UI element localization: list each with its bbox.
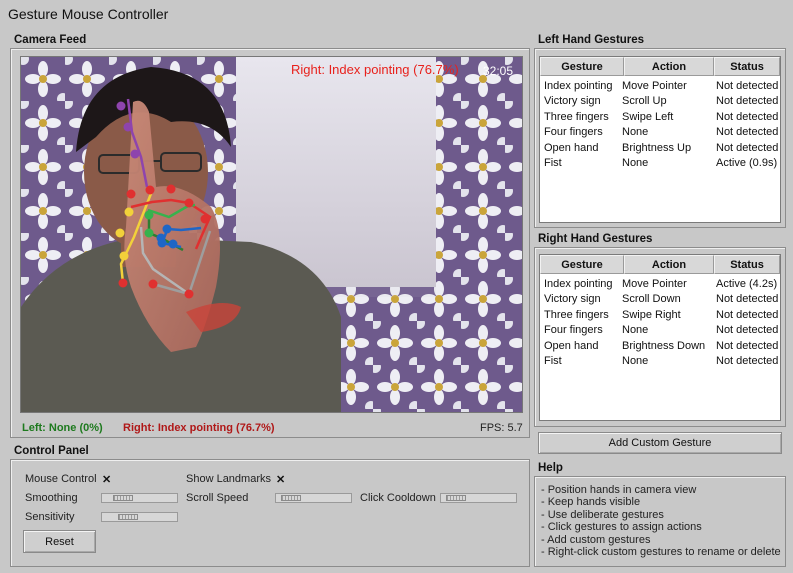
right-hand-table-header: Gesture Action Status (540, 255, 780, 274)
camera-image (21, 57, 522, 412)
action-cell[interactable]: Scroll Down (618, 293, 712, 305)
camera-feed: Right: Index pointing (76.7%) 32:05 (20, 56, 523, 413)
col-gesture[interactable]: Gesture (540, 255, 624, 274)
gesture-cell: Four fingers (544, 126, 603, 139)
click-cooldown-slider-thumb[interactable] (446, 495, 466, 501)
help-line: - Use deliberate gestures (541, 508, 664, 521)
status-cell: Active (0.9s) (716, 157, 778, 170)
action-cell[interactable]: Move Pointer (618, 80, 712, 92)
gesture-cell: Index pointing (544, 79, 613, 92)
table-row[interactable]: Four fingers None Not detected (540, 323, 780, 339)
help-line: - Add custom gestures (541, 533, 651, 546)
smoothing-slider[interactable] (101, 493, 178, 503)
show-landmarks-label: Show Landmarks (186, 473, 271, 485)
click-cooldown-label: Click Cooldown (360, 492, 436, 504)
help-line: - Click gestures to assign actions (541, 521, 702, 534)
right-hand-status: Right: Index pointing (76.7%) (123, 422, 275, 434)
table-row[interactable]: Three fingers Swipe Right Not detected (540, 307, 780, 323)
table-row[interactable]: Open hand Brightness Up Not detected (540, 140, 780, 156)
status-cell: Not detected (716, 95, 779, 108)
col-status[interactable]: Status (714, 57, 780, 76)
table-row[interactable]: Index pointing Move Pointer Active (4.2s) (540, 276, 780, 292)
click-cooldown-slider[interactable] (440, 493, 517, 503)
smoothing-label: Smoothing (25, 492, 78, 504)
table-row[interactable]: Fist None Active (0.9s) (540, 156, 780, 172)
camera-feed-title: Camera Feed (14, 34, 87, 46)
action-cell[interactable]: Brightness Up (618, 142, 712, 154)
gesture-cell: Three fingers (544, 110, 609, 123)
action-cell[interactable]: Swipe Right (618, 309, 712, 321)
window-title: Gesture Mouse Controller (8, 6, 169, 22)
status-cell: Not detected (716, 110, 779, 123)
left-hand-title: Left Hand Gestures (538, 34, 645, 46)
left-hand-table-body: Index pointing Move Pointer Not detected Vi… (540, 76, 780, 171)
action-cell[interactable]: Move Pointer (618, 278, 712, 290)
col-gesture[interactable]: Gesture (540, 57, 624, 76)
help-list: - Position hands in camera view - Keep ha… (541, 484, 783, 558)
gesture-cell: Fist (544, 157, 562, 170)
sensitivity-slider[interactable] (101, 512, 178, 522)
table-row[interactable]: Four fingers None Not detected (540, 125, 780, 141)
gesture-cell: Index pointing (544, 277, 613, 290)
mouse-control-label: Mouse Control (25, 473, 97, 485)
right-hand-table: Gesture Action Status Index pointing Move… (539, 254, 781, 421)
action-cell[interactable]: None (618, 355, 712, 367)
table-row[interactable]: Three fingers Swipe Left Not detected (540, 109, 780, 125)
add-custom-gesture-button[interactable]: Add Custom Gesture (538, 432, 782, 454)
status-cell: Active (4.2s) (716, 277, 778, 290)
table-row[interactable]: Victory sign Scroll Down Not detected (540, 292, 780, 308)
status-cell: Not detected (716, 308, 779, 321)
smoothing-slider-thumb[interactable] (113, 495, 133, 501)
help-line: - Keep hands visible (541, 496, 641, 509)
table-row[interactable]: Open hand Brightness Down Not detected (540, 338, 780, 354)
help-line: - Position hands in camera view (541, 484, 697, 496)
action-cell[interactable]: None (618, 126, 712, 138)
camera-overlay-time: 32:05 (483, 64, 514, 78)
mouse-control-checkbox[interactable]: ✕ (102, 473, 111, 486)
scroll-speed-label: Scroll Speed (186, 492, 249, 504)
camera-overlay-label: Right: Index pointing (76.7%) (291, 62, 459, 77)
action-cell[interactable]: Scroll Up (618, 95, 712, 107)
status-cell: Not detected (716, 79, 779, 92)
help-title: Help (538, 462, 563, 474)
gesture-cell: Victory sign (544, 293, 601, 306)
gesture-cell: Victory sign (544, 95, 601, 108)
reset-button[interactable]: Reset (23, 530, 96, 553)
table-row[interactable]: Index pointing Move Pointer Not detected (540, 78, 780, 94)
gesture-cell: Three fingers (544, 308, 609, 321)
action-cell[interactable]: None (618, 324, 712, 336)
status-cell: Not detected (716, 324, 779, 337)
action-cell[interactable]: Swipe Left (618, 111, 712, 123)
col-status[interactable]: Status (714, 255, 780, 274)
gesture-cell: Open hand (544, 141, 599, 154)
table-row[interactable]: Fist None Not detected (540, 354, 780, 370)
left-hand-table-header: Gesture Action Status (540, 57, 780, 76)
right-hand-title: Right Hand Gestures (538, 233, 653, 245)
scroll-speed-slider-thumb[interactable] (281, 495, 301, 501)
table-row[interactable]: Victory sign Scroll Up Not detected (540, 94, 780, 110)
gesture-cell: Open hand (544, 339, 599, 352)
show-landmarks-checkbox[interactable]: ✕ (276, 473, 285, 486)
right-hand-table-body: Index pointing Move Pointer Active (4.2s) V… (540, 274, 780, 369)
status-cell: Not detected (716, 141, 779, 154)
control-panel-title: Control Panel (14, 445, 89, 457)
left-hand-status: Left: None (0%) (22, 422, 103, 434)
help-line: - Right-click custom gestures to rename … (541, 546, 781, 559)
scroll-speed-slider[interactable] (275, 493, 352, 503)
sensitivity-slider-thumb[interactable] (118, 514, 138, 520)
sensitivity-label: Sensitivity (25, 511, 75, 523)
gesture-cell: Four fingers (544, 324, 603, 337)
left-hand-table: Gesture Action Status Index pointing Move… (539, 56, 781, 223)
fps-readout: FPS: 5.7 (480, 422, 523, 434)
col-action[interactable]: Action (624, 57, 714, 76)
status-cell: Not detected (716, 293, 779, 306)
col-action[interactable]: Action (624, 255, 714, 274)
gesture-cell: Fist (544, 355, 562, 368)
action-cell[interactable]: None (618, 157, 712, 169)
status-cell: Not detected (716, 355, 779, 368)
status-cell: Not detected (716, 339, 779, 352)
action-cell[interactable]: Brightness Down (618, 340, 712, 352)
status-cell: Not detected (716, 126, 779, 139)
